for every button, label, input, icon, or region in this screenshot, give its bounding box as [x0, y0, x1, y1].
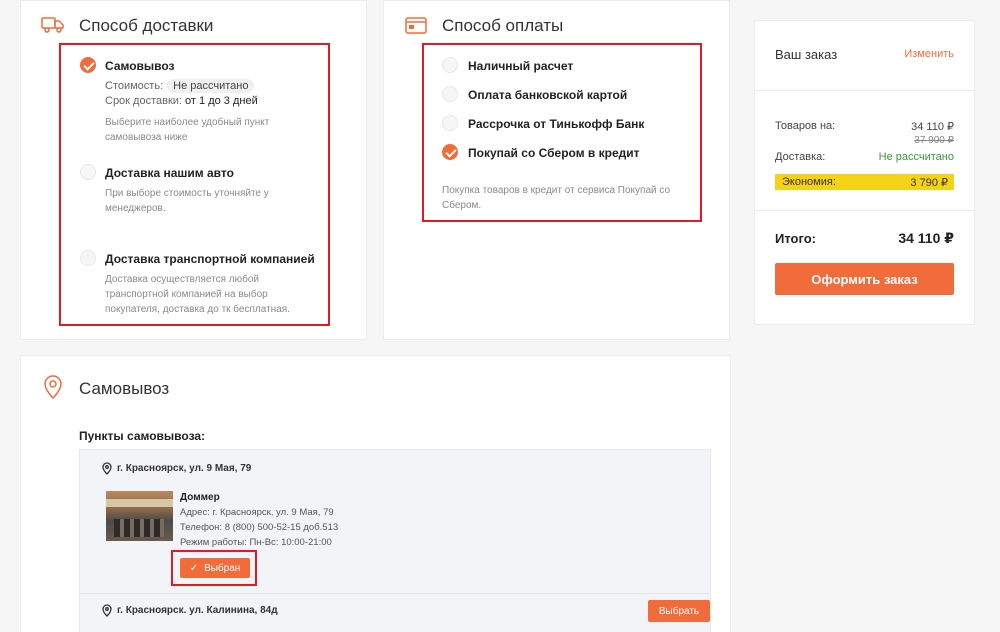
delivery-value: Не рассчитано: [878, 151, 954, 163]
truck-icon: [41, 14, 65, 36]
choose-button[interactable]: Выбрать: [648, 600, 710, 622]
pickup-divider: [80, 593, 710, 594]
store-address: Адрес: г. Красноярск, ул. 9 Мая, 79: [180, 507, 334, 518]
pickup-point-address[interactable]: г. Красноярск, ул. 9 Мая, 79: [117, 463, 251, 474]
location-pin-icon: [41, 374, 65, 400]
map-pin-icon: [101, 461, 113, 475]
store-hours: Режим работы: Пн-Вс: 10:00-21:00: [180, 537, 332, 548]
pickup-card: Самовывоз Пункты самовывоза: г. Краснояр…: [20, 355, 731, 632]
right-edge-strip: [990, 0, 1000, 632]
goods-label: Товаров на:: [775, 120, 836, 132]
goods-old-price: 37 900 ₽: [914, 135, 954, 146]
total-label: Итого:: [775, 231, 816, 246]
order-title: Ваш заказ: [775, 47, 838, 62]
pickup-point-address[interactable]: г. Красноярск. ул. Калинина, 84д: [117, 605, 278, 616]
economy-label: Экономия:: [782, 176, 836, 188]
store-phone: Телефон: 8 (800) 500-52-15 доб.513: [180, 522, 339, 533]
order-edit-link[interactable]: Изменить: [904, 48, 954, 60]
payment-annotation-box: [422, 43, 702, 222]
pickup-points-header: Пункты самовывоза:: [79, 429, 206, 443]
economy-value: 3 790 ₽: [910, 177, 948, 189]
delivery-title: Способ доставки: [79, 16, 214, 35]
total-value: 34 110 ₽: [898, 230, 954, 246]
map-pin-icon: [101, 603, 113, 617]
wallet-icon: [404, 14, 428, 36]
pickup-list: г. Красноярск, ул. 9 Мая, 79 Доммер Адре…: [79, 449, 711, 632]
payment-title: Способ оплаты: [442, 16, 564, 35]
store-photo: [106, 491, 173, 541]
goods-value: 34 110 ₽: [911, 121, 954, 133]
selected-annotation-box: [171, 550, 257, 586]
order-divider-mid: [755, 210, 974, 211]
checkout-button[interactable]: Оформить заказ: [775, 263, 954, 295]
delivery-annotation-box: [59, 43, 330, 326]
store-name: Доммер: [180, 492, 220, 503]
delivery-label: Доставка:: [775, 151, 826, 163]
order-summary-card: Ваш заказ Изменить Товаров на: 34 110 ₽ …: [754, 20, 975, 325]
pickup-title: Самовывоз: [79, 379, 170, 398]
order-divider-top: [755, 90, 974, 91]
